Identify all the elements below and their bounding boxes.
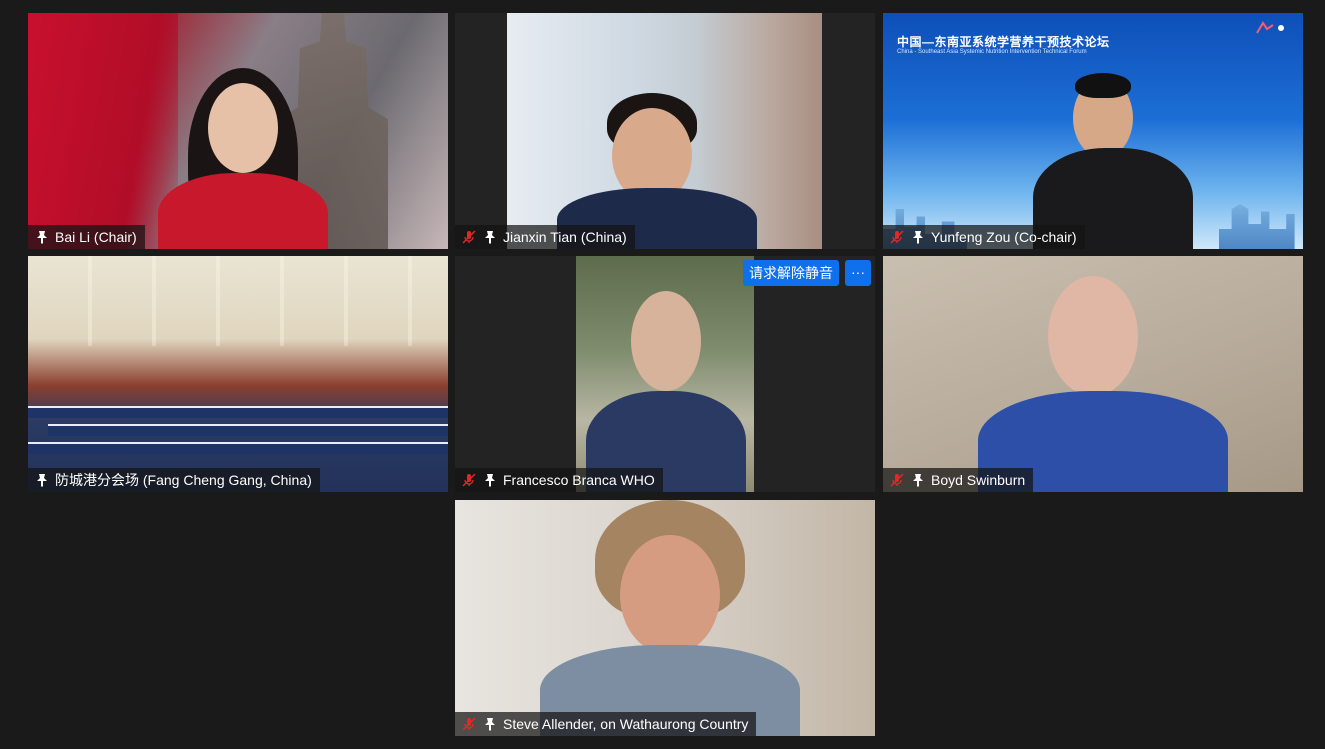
participant-face <box>1048 276 1138 396</box>
participant-name: Bai Li (Chair) <box>55 229 137 245</box>
video-feed <box>507 13 822 249</box>
more-options-button[interactable]: ··· <box>845 260 871 286</box>
muted-mic-icon <box>461 716 477 732</box>
participant-face <box>620 535 720 655</box>
participant-nameplate: Francesco Branca WHO <box>455 468 663 492</box>
muted-mic-icon <box>461 229 477 245</box>
banner-title: 中国—东南亚系统学营养干预技术论坛 <box>897 35 1110 49</box>
video-feed <box>28 13 448 249</box>
video-feed <box>883 256 1303 492</box>
conference-table <box>48 424 448 436</box>
participant-nameplate: 防城港分会场 (Fang Cheng Gang, China) <box>28 468 320 492</box>
participant-name: Steve Allender, on Wathaurong Country <box>503 716 749 732</box>
participant-face <box>208 83 278 173</box>
participant-name: 防城港分会场 (Fang Cheng Gang, China) <box>55 472 312 488</box>
forum-logo <box>1255 21 1291 37</box>
participant-name: Jianxin Tian (China) <box>503 229 627 245</box>
participant-hair <box>1075 73 1131 98</box>
participant-name: Yunfeng Zou (Co-chair) <box>931 229 1077 245</box>
participant-name: Francesco Branca WHO <box>503 472 655 488</box>
pin-icon <box>482 716 498 732</box>
pin-icon <box>482 229 498 245</box>
video-feed <box>28 256 448 492</box>
background-red-band <box>28 13 178 249</box>
conference-table <box>28 442 448 454</box>
video-tile-steve-allender[interactable]: Steve Allender, on Wathaurong Country <box>455 500 875 736</box>
pin-icon <box>910 472 926 488</box>
participant-nameplate: Boyd Swinburn <box>883 468 1034 492</box>
pin-icon <box>34 472 50 488</box>
participant-nameplate: Bai Li (Chair) <box>28 225 145 249</box>
participant-nameplate: Yunfeng Zou (Co-chair) <box>883 225 1085 249</box>
pin-icon <box>34 229 50 245</box>
participant-nameplate: Jianxin Tian (China) <box>455 225 635 249</box>
video-tile-boyd-swinburn[interactable]: Boyd Swinburn <box>883 256 1303 492</box>
video-tile-bai-li[interactable]: Bai Li (Chair) <box>28 13 448 249</box>
pin-icon <box>482 472 498 488</box>
muted-mic-icon <box>889 229 905 245</box>
video-feed: 中国—东南亚系统学营养干预技术论坛 China - Southeast Asia… <box>883 13 1303 249</box>
participant-name: Boyd Swinburn <box>931 472 1026 488</box>
ceiling-lights <box>28 256 448 346</box>
video-tile-francesco-branca[interactable]: 请求解除静音 ··· Francesco Branca WHO <box>455 256 875 492</box>
video-tile-jianxin-tian[interactable]: Jianxin Tian (China) <box>455 13 875 249</box>
video-feed <box>576 256 754 492</box>
muted-mic-icon <box>889 472 905 488</box>
muted-mic-icon <box>461 472 477 488</box>
video-feed <box>455 500 875 736</box>
video-tile-yunfeng-zou[interactable]: 中国—东南亚系统学营养干预技术论坛 China - Southeast Asia… <box>883 13 1303 249</box>
participant-nameplate: Steve Allender, on Wathaurong Country <box>455 712 757 736</box>
participant-face <box>631 291 701 391</box>
banner-subtitle: China - Southeast Asia Systemic Nutritio… <box>897 49 1087 55</box>
pin-icon <box>910 229 926 245</box>
video-tile-fang-cheng-gang[interactable]: 防城港分会场 (Fang Cheng Gang, China) <box>28 256 448 492</box>
more-options-icon: ··· <box>851 264 865 280</box>
participant-body <box>158 173 328 249</box>
request-unmute-button[interactable]: 请求解除静音 <box>743 260 839 286</box>
conference-table <box>28 406 448 418</box>
